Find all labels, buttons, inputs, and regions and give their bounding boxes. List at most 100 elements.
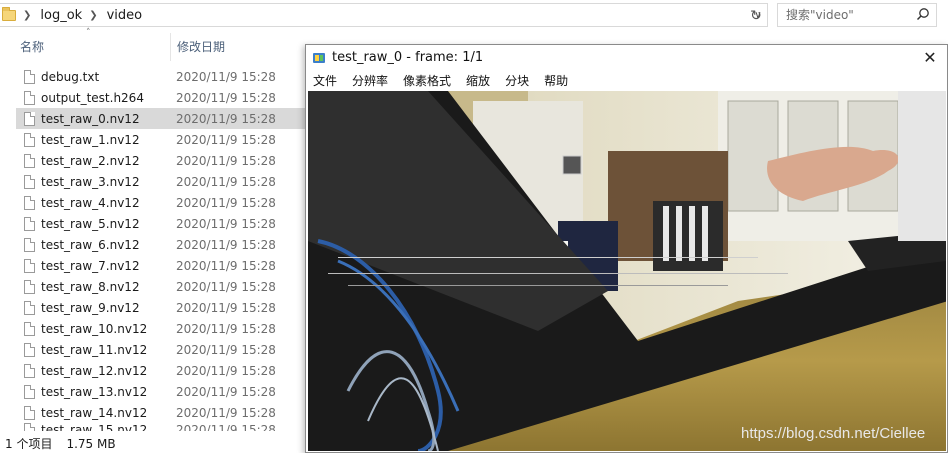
file-row[interactable]: output_test.h264 2020/11/9 15:28 bbox=[16, 87, 306, 108]
file-modified-date: 2020/11/9 15:28 bbox=[176, 216, 276, 231]
file-row[interactable]: test_raw_11.nv12 2020/11/9 15:28 bbox=[16, 339, 306, 360]
file-row[interactable]: test_raw_0.nv12 2020/11/9 15:28 bbox=[16, 108, 306, 129]
column-header-date[interactable]: 修改日期 bbox=[170, 33, 310, 61]
file-modified-date: 2020/11/9 15:28 bbox=[176, 111, 276, 126]
file-name: debug.txt bbox=[41, 69, 100, 84]
file-icon bbox=[24, 321, 35, 336]
file-modified-date: 2020/11/9 15:28 bbox=[176, 363, 276, 378]
file-modified-date: 2020/11/9 15:28 bbox=[176, 384, 276, 399]
file-modified-date: 2020/11/9 15:28 bbox=[176, 90, 276, 105]
file-row[interactable]: test_raw_9.nv12 2020/11/9 15:28 bbox=[16, 297, 306, 318]
viewer-title-bar[interactable]: test_raw_0 - frame: 1/1 ✕ bbox=[306, 45, 947, 70]
file-row[interactable]: debug.txt 2020/11/9 15:28 bbox=[16, 66, 306, 87]
file-icon bbox=[24, 90, 35, 105]
file-icon bbox=[24, 405, 35, 420]
file-row[interactable]: test_raw_10.nv12 2020/11/9 15:28 bbox=[16, 318, 306, 339]
menu-item-3[interactable]: 缩放 bbox=[466, 72, 490, 89]
file-icon bbox=[24, 258, 35, 273]
file-row[interactable]: test_raw_8.nv12 2020/11/9 15:28 bbox=[16, 276, 306, 297]
file-modified-date: 2020/11/9 15:28 bbox=[176, 279, 276, 294]
file-icon bbox=[24, 342, 35, 357]
refresh-icon[interactable]: ↻ bbox=[746, 6, 766, 26]
video-frame-image bbox=[308, 91, 946, 451]
file-icon bbox=[24, 153, 35, 168]
yuv-viewer-window: test_raw_0 - frame: 1/1 ✕ 文件 分辨率 像素格式 缩放 分块帮… bbox=[305, 44, 948, 453]
file-row[interactable]: test_raw_2.nv12 2020/11/9 15:28 bbox=[16, 150, 306, 171]
file-row[interactable]: test_raw_5.nv12 2020/11/9 15:28 bbox=[16, 213, 306, 234]
file-icon bbox=[24, 363, 35, 378]
file-name: test_raw_1.nv12 bbox=[41, 132, 140, 147]
file-list: debug.txt 2020/11/9 15:28 output_test.h264… bbox=[16, 66, 306, 431]
file-icon bbox=[24, 132, 35, 147]
breadcrumb-log-ok[interactable]: log_ok bbox=[40, 8, 82, 23]
file-modified-date: 2020/11/9 15:28 bbox=[176, 195, 276, 210]
file-name: output_test.h264 bbox=[41, 90, 144, 105]
file-modified-date: 2020/11/9 15:28 bbox=[176, 237, 276, 252]
file-row[interactable]: test_raw_3.nv12 2020/11/9 15:28 bbox=[16, 171, 306, 192]
file-modified-date: 2020/11/9 15:28 bbox=[176, 132, 276, 147]
file-row[interactable]: test_raw_4.nv12 2020/11/9 15:28 bbox=[16, 192, 306, 213]
file-modified-date: 2020/11/9 15:28 bbox=[176, 258, 276, 273]
file-row[interactable]: test_raw_14.nv12 2020/11/9 15:28 bbox=[16, 402, 306, 423]
menu-item-2[interactable]: 像素格式 bbox=[403, 72, 451, 89]
chevron-right-icon[interactable]: ❯ bbox=[23, 10, 31, 21]
file-row[interactable]: test_raw_1.nv12 2020/11/9 15:28 bbox=[16, 129, 306, 150]
menu-item-4[interactable]: 分块 bbox=[505, 72, 529, 89]
file-modified-date: 2020/11/9 15:28 bbox=[176, 405, 276, 420]
file-name: test_raw_9.nv12 bbox=[41, 300, 140, 315]
menu-item-5[interactable]: 帮助 bbox=[544, 72, 568, 89]
file-modified-date: 2020/11/9 15:28 bbox=[176, 69, 276, 84]
file-name: test_raw_2.nv12 bbox=[41, 153, 140, 168]
file-row[interactable]: test_raw_7.nv12 2020/11/9 15:28 bbox=[16, 255, 306, 276]
file-modified-date: 2020/11/9 15:28 bbox=[176, 342, 276, 357]
status-selection-size: 1.75 MB bbox=[66, 436, 116, 451]
viewer-menubar: 文件 分辨率 像素格式 缩放 分块 帮助 bbox=[306, 70, 947, 90]
search-icon[interactable] bbox=[916, 7, 930, 21]
file-row[interactable]: test_raw_12.nv12 2020/11/9 15:28 bbox=[16, 360, 306, 381]
folder-icon bbox=[2, 6, 16, 21]
file-row[interactable]: test_raw_6.nv12 2020/11/9 15:28 bbox=[16, 234, 306, 255]
search-box[interactable] bbox=[777, 3, 937, 27]
explorer-address-row: ❯ log_ok ❯ video ∨ ↻ bbox=[0, 0, 948, 31]
file-icon bbox=[24, 237, 35, 252]
file-icon bbox=[24, 174, 35, 189]
menu-item-0[interactable]: 文件 bbox=[313, 72, 337, 89]
file-icon bbox=[24, 216, 35, 231]
file-name: test_raw_0.nv12 bbox=[41, 111, 140, 126]
search-input[interactable] bbox=[778, 4, 908, 26]
close-icon[interactable]: ✕ bbox=[913, 45, 947, 70]
file-icon bbox=[24, 195, 35, 210]
file-name: test_raw_10.nv12 bbox=[41, 321, 148, 336]
file-row[interactable]: test_raw_15.nv12 2020/11/9 15:28 bbox=[16, 423, 306, 431]
file-name: test_raw_8.nv12 bbox=[41, 279, 140, 294]
file-modified-date: 2020/11/9 15:28 bbox=[176, 321, 276, 336]
file-name: test_raw_5.nv12 bbox=[41, 216, 140, 231]
file-icon bbox=[24, 423, 35, 431]
video-frame-picture bbox=[308, 91, 946, 451]
chevron-right-icon[interactable]: ❯ bbox=[89, 10, 97, 21]
file-modified-date: 2020/11/9 15:28 bbox=[176, 300, 276, 315]
menu-item-1[interactable]: 分辨率 bbox=[352, 72, 388, 89]
address-bar[interactable]: ❯ log_ok ❯ video ∨ bbox=[0, 3, 768, 27]
file-name: test_raw_14.nv12 bbox=[41, 405, 148, 420]
file-name: test_raw_15.nv12 bbox=[41, 423, 148, 431]
file-icon bbox=[24, 111, 35, 126]
file-name: test_raw_13.nv12 bbox=[41, 384, 148, 399]
file-icon bbox=[24, 279, 35, 294]
status-bar: 1 个项目 1.75 MB bbox=[0, 434, 306, 453]
file-modified-date: 2020/11/9 15:28 bbox=[176, 153, 276, 168]
watermark-text: https://blog.csdn.net/Ciellee bbox=[741, 425, 926, 442]
file-name: test_raw_7.nv12 bbox=[41, 258, 140, 273]
file-name: test_raw_4.nv12 bbox=[41, 195, 140, 210]
file-name: test_raw_6.nv12 bbox=[41, 237, 140, 252]
yuv-viewer-app-icon bbox=[313, 52, 325, 63]
file-name: test_raw_3.nv12 bbox=[41, 174, 140, 189]
file-icon bbox=[24, 300, 35, 315]
file-row[interactable]: test_raw_13.nv12 2020/11/9 15:28 bbox=[16, 381, 306, 402]
file-icon bbox=[24, 384, 35, 399]
breadcrumb-video[interactable]: video bbox=[107, 8, 143, 23]
column-header-name[interactable]: 名称 bbox=[14, 33, 170, 61]
file-name: test_raw_11.nv12 bbox=[41, 342, 148, 357]
viewer-title: test_raw_0 - frame: 1/1 bbox=[332, 50, 484, 65]
file-modified-date: 2020/11/9 15:28 bbox=[176, 174, 276, 189]
